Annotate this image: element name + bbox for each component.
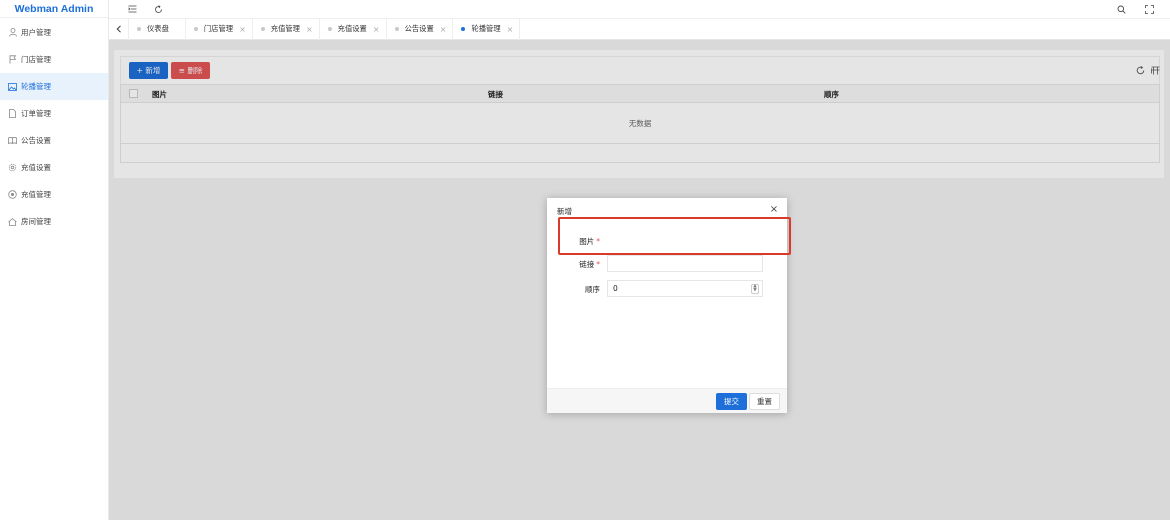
user-icon: [8, 28, 17, 37]
order-value: 0: [613, 284, 618, 293]
reset-button[interactable]: 重置: [749, 393, 780, 410]
gear-icon: [8, 163, 17, 172]
sidebar-menu: 用户管理 门店管理 轮播管理 订单管理 公告设置 充值设置 充值管理 房间管理: [0, 19, 108, 235]
field-label: 链接 *: [579, 259, 600, 270]
stepper-down-icon[interactable]: ▼: [753, 288, 756, 294]
link-input[interactable]: [607, 255, 763, 272]
field-label-text: 链接: [579, 260, 595, 269]
app-logo[interactable]: Webman Admin: [0, 0, 108, 18]
tabs-bar: 仪表盘 门店管理 × 充值管理 × 充值设置 × 公告设置 × 轮播管理 ×: [109, 18, 1170, 40]
home-icon: [8, 217, 17, 226]
form-row-order: 顺序 0 ▲ ▼: [547, 280, 787, 298]
target-icon: [8, 190, 17, 199]
menu-toggle-icon[interactable]: [126, 3, 138, 15]
dialog-footer: 提交 重置: [547, 388, 787, 413]
sidebar-item-label: 订单管理: [21, 109, 51, 118]
close-icon[interactable]: ×: [507, 25, 514, 34]
sidebar-item-users[interactable]: 用户管理: [0, 19, 108, 46]
tab-dot-icon: [394, 27, 399, 31]
book-icon: [8, 136, 17, 145]
submit-button[interactable]: 提交: [716, 393, 747, 410]
tab-stores[interactable]: 门店管理 ×: [186, 18, 253, 40]
tab-label: 充值管理: [270, 24, 300, 33]
close-icon[interactable]: ×: [769, 204, 779, 215]
tab-dot-icon: [461, 27, 466, 31]
required-mark: *: [596, 260, 600, 269]
sidebar-item-recharge-management[interactable]: 充值管理: [0, 181, 108, 208]
tab-label: 轮播管理: [471, 24, 501, 33]
tab-label: 门店管理: [203, 24, 234, 33]
sidebar-item-label: 公告设置: [21, 136, 51, 145]
sidebar-item-label: 门店管理: [21, 55, 51, 64]
sidebar-item-rooms[interactable]: 房间管理: [0, 208, 108, 235]
tab-dot-icon: [193, 27, 198, 31]
form-row-link: 链接 *: [547, 255, 787, 273]
top-header: [109, 0, 1170, 19]
field-label: 顺序: [585, 284, 600, 295]
sidebar-item-label: 充值设置: [21, 163, 51, 172]
refresh-icon[interactable]: [152, 3, 164, 15]
sidebar: Webman Admin 用户管理 门店管理 轮播管理 订单管理 公告设置 充值…: [0, 0, 109, 520]
sidebar-item-label: 用户管理: [21, 28, 51, 37]
flag-icon: [8, 55, 17, 64]
close-icon[interactable]: ×: [306, 25, 313, 34]
sidebar-item-recharge-settings[interactable]: 充值设置: [0, 154, 108, 181]
tab-recharge-settings[interactable]: 充值设置 ×: [320, 18, 387, 40]
tab-dot-icon: [327, 27, 332, 31]
tab-dot-icon: [137, 27, 141, 31]
tab-label: 仪表盘: [147, 24, 169, 33]
search-icon[interactable]: [1115, 3, 1127, 15]
field-label-text: 顺序: [585, 285, 600, 294]
chevron-left-icon[interactable]: [109, 18, 129, 40]
sidebar-item-label: 轮播管理: [21, 82, 51, 91]
sidebar-item-label: 房间管理: [21, 217, 51, 226]
image-icon: [8, 82, 17, 91]
close-icon[interactable]: ×: [440, 25, 447, 34]
sidebar-item-announcements[interactable]: 公告设置: [0, 127, 108, 154]
fullscreen-icon[interactable]: [1143, 3, 1155, 15]
tab-recharge-management[interactable]: 充值管理 ×: [253, 18, 320, 40]
sidebar-item-stores[interactable]: 门店管理: [0, 46, 108, 73]
close-icon[interactable]: ×: [239, 25, 246, 34]
sidebar-item-carousel[interactable]: 轮播管理: [0, 73, 108, 100]
sidebar-item-orders[interactable]: 订单管理: [0, 100, 108, 127]
order-number-input[interactable]: 0 ▲ ▼: [607, 280, 763, 297]
close-icon[interactable]: ×: [373, 25, 380, 34]
sidebar-item-label: 充值管理: [21, 190, 51, 199]
tab-label: 充值设置: [337, 24, 367, 33]
tab-carousel[interactable]: 轮播管理 ×: [453, 18, 521, 40]
dialog-title: 新增: [557, 207, 572, 216]
tab-dashboard[interactable]: 仪表盘: [129, 18, 186, 40]
document-icon: [8, 109, 17, 118]
tab-label: 公告设置: [404, 24, 434, 33]
highlight-annotation: [558, 217, 791, 255]
tab-announcements[interactable]: 公告设置 ×: [387, 18, 454, 40]
tab-dot-icon: [260, 27, 265, 31]
number-stepper[interactable]: ▲ ▼: [751, 284, 759, 294]
